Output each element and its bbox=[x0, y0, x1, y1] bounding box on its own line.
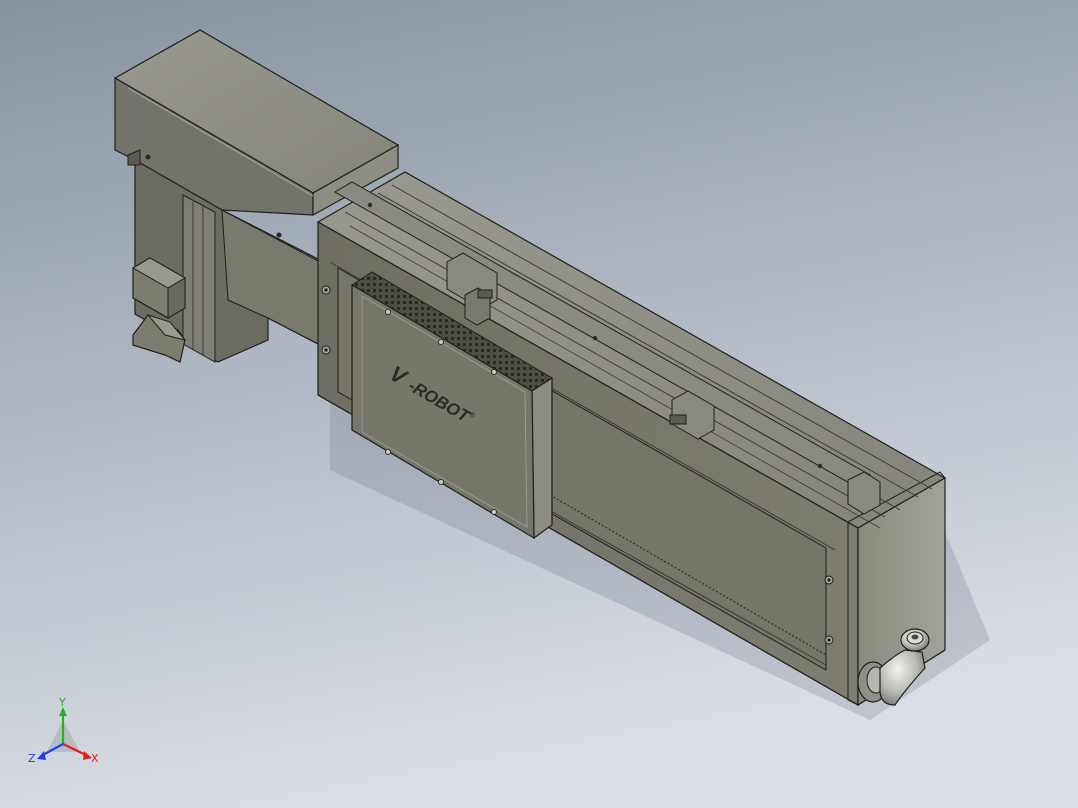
cad-viewport[interactable]: V -ROBOT ® Y X Z bbox=[0, 0, 1078, 808]
z-axis-label: Z bbox=[28, 752, 36, 765]
y-axis-label: Y bbox=[58, 696, 66, 709]
x-axis-label: X bbox=[91, 752, 99, 765]
model-render[interactable]: V -ROBOT ® Y X Z bbox=[0, 0, 1078, 808]
